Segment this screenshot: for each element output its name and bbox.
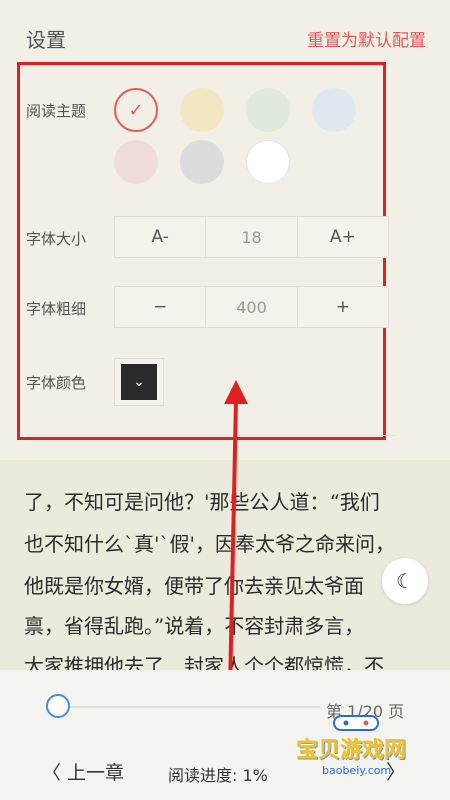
watermark-text: 宝贝游戏网	[296, 738, 407, 763]
prev-chapter-button[interactable]: 〈 上一章	[42, 758, 124, 785]
reading-progress: 阅读进度: 1%	[168, 766, 268, 785]
watermark-url: baobeiy.com	[322, 764, 392, 777]
watermark-logo: 宝贝游戏网 baobeiy.com	[296, 714, 426, 784]
chapter-progress-knob[interactable]	[46, 694, 70, 718]
chapter-progress-track[interactable]	[58, 706, 320, 708]
gamepad-icon	[333, 715, 379, 731]
